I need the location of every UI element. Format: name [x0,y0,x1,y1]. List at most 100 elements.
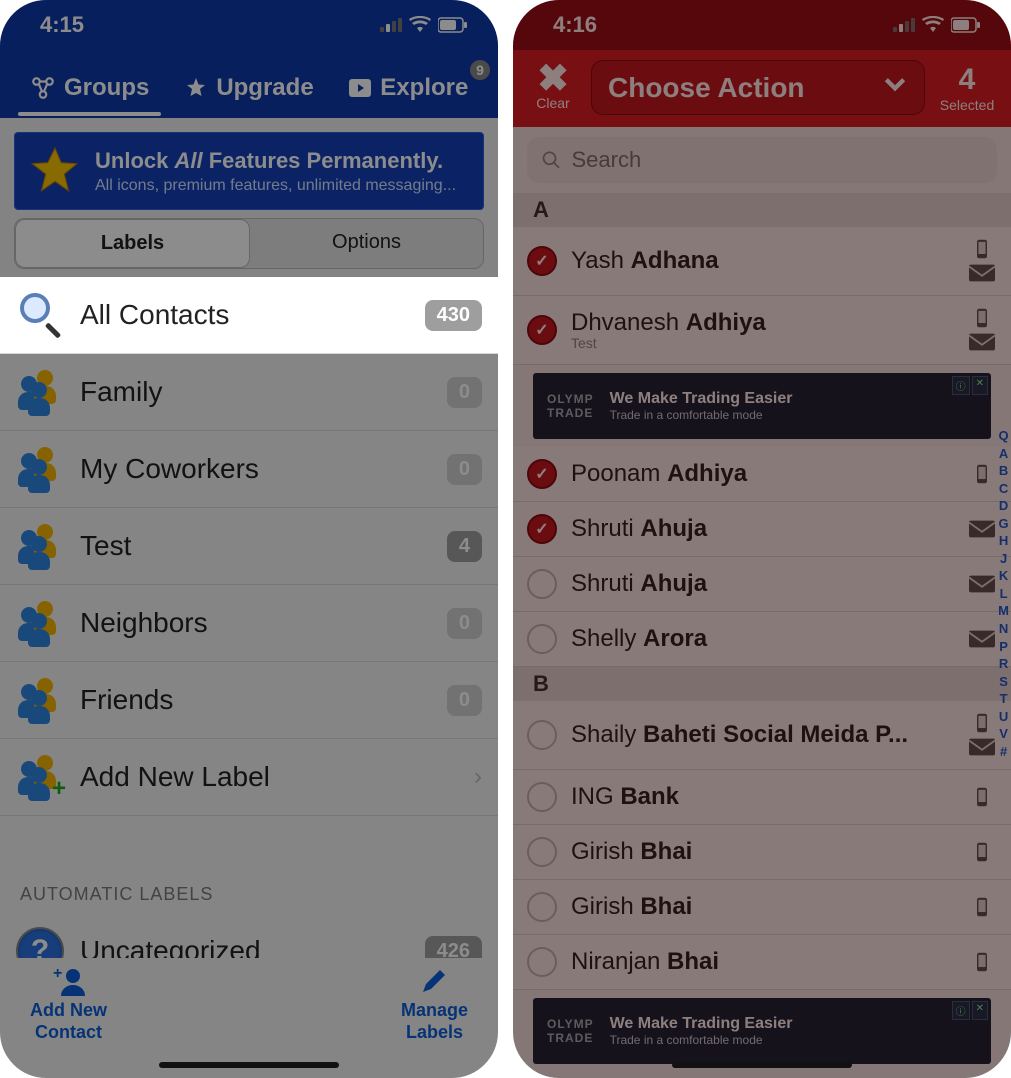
contact-name: Dhvanesh AdhiyaTest [571,309,955,351]
button-label: Choose Action [608,72,805,104]
tab-groups[interactable]: Groups [10,64,169,112]
ad-banner[interactable]: OLYMP TRADE We Make Trading Easier Trade… [533,998,991,1064]
selected-label: Selected [935,97,999,113]
checkbox-icon[interactable] [527,569,557,599]
contact-row[interactable]: Niranjan Bhai [513,935,1011,990]
ad-close-icon[interactable]: ✕ [972,376,988,395]
row-label: Add New Label [80,761,458,793]
row-family[interactable]: Family 0 [0,354,498,431]
button-label: Manage Labels [401,1000,468,1043]
seg-labels[interactable]: Labels [15,219,250,268]
index-letter[interactable]: K [998,567,1009,585]
ad-text: We Make Trading Easier Trade in a comfor… [610,1015,793,1047]
star-icon [29,145,81,197]
phone-icon [969,952,995,972]
index-letter[interactable]: V [998,725,1009,743]
index-letter[interactable]: D [998,497,1009,515]
tab-explore[interactable]: Explore 9 [329,64,488,112]
checkbox-icon[interactable] [527,892,557,922]
phone-right: 4:16 ✖ Clear Choose Action 4 S [513,0,1011,1078]
seg-options[interactable]: Options [250,219,483,268]
search-input[interactable] [571,147,983,173]
choose-action-button[interactable]: Choose Action [591,60,925,115]
checkbox-icon[interactable] [527,720,557,750]
checkbox-icon[interactable] [527,782,557,812]
row-add-new-label[interactable]: + Add New Label › [0,739,498,816]
index-letter[interactable]: R [998,655,1009,673]
mail-icon [969,737,995,757]
ad-tag[interactable]: ⓘ✕ [952,376,988,395]
row-all-contacts[interactable]: All Contacts 430 [0,277,498,354]
row-label: All Contacts [80,299,409,331]
people-icon [16,522,64,570]
close-icon: ✖ [525,64,581,94]
index-letter[interactable]: Q [998,427,1009,445]
contact-row[interactable]: Shruti Ahuja [513,557,1011,612]
status-icons [893,16,981,34]
phone-left: 4:15 Groups Upgrade Exp [0,0,498,1078]
index-letter[interactable]: U [998,708,1009,726]
index-letter[interactable]: C [998,480,1009,498]
checkbox-checked-icon[interactable]: ✓ [527,315,557,345]
checkbox-icon[interactable] [527,947,557,977]
ad-close-icon[interactable]: ✕ [972,1001,988,1020]
selected-count: 4 Selected [935,63,999,113]
contact-row[interactable]: ✓ Yash Adhana [513,227,1011,296]
index-letter[interactable]: H [998,532,1009,550]
checkbox-icon[interactable] [527,837,557,867]
row-count: 0 [447,685,482,716]
contact-name: Girish Bhai [571,838,955,866]
manage-labels-button[interactable]: Manage Labels [401,966,468,1043]
search-icon [16,291,64,339]
people-icon [16,676,64,724]
row-count: 0 [447,377,482,408]
contact-row[interactable]: Shelly Arora [513,612,1011,667]
checkbox-icon[interactable] [527,624,557,654]
index-letter[interactable]: A [998,445,1009,463]
index-letter[interactable]: J [998,550,1009,568]
search-bar[interactable] [527,137,997,183]
index-letter[interactable]: G [998,515,1009,533]
battery-icon [438,17,468,33]
wifi-icon [409,16,431,34]
checkbox-checked-icon[interactable]: ✓ [527,459,557,489]
ad-info-icon[interactable]: ⓘ [952,1001,970,1020]
tab-upgrade-label: Upgrade [216,74,313,102]
contact-row[interactable]: ✓ Poonam Adhiya [513,447,1011,502]
row-neighbors[interactable]: Neighbors 0 [0,585,498,662]
clear-button[interactable]: ✖ Clear [525,64,581,110]
ad-info-icon[interactable]: ⓘ [952,376,970,395]
mail-icon [969,629,995,649]
unlock-banner[interactable]: Unlock All Features Permanently. All ico… [14,132,484,210]
row-friends[interactable]: Friends 0 [0,662,498,739]
contact-row[interactable]: Girish Bhai [513,880,1011,935]
checkbox-checked-icon[interactable]: ✓ [527,514,557,544]
index-letter[interactable]: # [998,743,1009,761]
contact-row[interactable]: ING Bank [513,770,1011,825]
status-bar: 4:16 [513,0,1011,50]
ad-banner[interactable]: OLYMP TRADE We Make Trading Easier Trade… [533,373,991,439]
contact-name: ING Bank [571,783,955,811]
tab-upgrade[interactable]: Upgrade [169,64,328,112]
index-letter[interactable]: B [998,462,1009,480]
index-letter[interactable]: M [998,602,1009,620]
header-area: 4:15 Groups Upgrade Exp [0,0,498,118]
index-letter[interactable]: T [998,690,1009,708]
wifi-icon [922,16,944,34]
ad-tag[interactable]: ⓘ✕ [952,1001,988,1020]
home-indicator [672,1062,852,1068]
contact-row[interactable]: Girish Bhai [513,825,1011,880]
index-letter[interactable]: S [998,673,1009,691]
contact-name: Shaily Baheti Social Meida P... [571,721,955,749]
index-letter[interactable]: L [998,585,1009,603]
contact-row[interactable]: ✓ Dhvanesh AdhiyaTest [513,296,1011,365]
row-coworkers[interactable]: My Coworkers 0 [0,431,498,508]
contact-row[interactable]: ✓ Shruti Ahuja [513,502,1011,557]
index-letter[interactable]: N [998,620,1009,638]
checkbox-checked-icon[interactable]: ✓ [527,246,557,276]
index-letter[interactable]: P [998,638,1009,656]
alpha-index[interactable]: QABCDGHJKLMNPRSTUV# [998,427,1009,760]
add-new-contact-button[interactable]: + Add New Contact [30,966,107,1043]
row-test[interactable]: Test 4 [0,508,498,585]
contact-row[interactable]: Shaily Baheti Social Meida P... [513,701,1011,770]
